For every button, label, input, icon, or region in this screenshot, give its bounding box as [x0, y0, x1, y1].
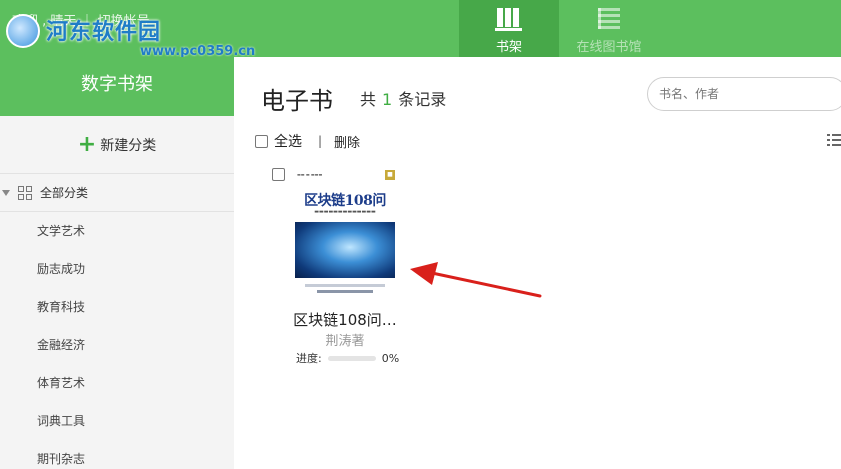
all-categories-label: 全部分类 — [40, 186, 89, 200]
sidebar-item-category[interactable]: 教育科技 — [0, 288, 234, 326]
sidebar-item-all-categories[interactable]: 全部分类 — [0, 174, 234, 212]
sidebar: 数字书架 + 新建分类 全部分类 文学艺术 励志成功 教育科技 金融经济 体育艺… — [0, 57, 234, 469]
book-cover[interactable]: ▬▬ ▬ ▬▬▬ ■ 区块链108问 ▬▬▬▬▬▬▬▬▬▬▬▬▬ — [295, 166, 395, 301]
sidebar-item-category[interactable]: 金融经济 — [0, 326, 234, 364]
toolbar: 全选 | 删除 — [255, 131, 360, 151]
book-progress: 进度: 0% — [296, 350, 399, 366]
tab-bookshelf-label: 书架 — [495, 40, 522, 55]
bookshelf-icon — [495, 8, 522, 31]
progress-label: 进度: — [296, 352, 322, 365]
main-content: 电子书 共1 条记录 全选 | 删除 ▬▬ ▬ ▬▬▬ ■ 区块链108问 ▬▬▬… — [234, 57, 841, 469]
cover-footer-decoration — [305, 284, 385, 287]
new-category-label: 新建分类 — [100, 137, 157, 154]
list-view-icon[interactable] — [827, 133, 841, 147]
category-list: 文学艺术 励志成功 教育科技 金融经济 体育艺术 词典工具 期刊杂志 — [0, 212, 234, 469]
cover-title: 区块链108问 — [304, 193, 386, 209]
book-title[interactable]: 区块链108问… — [270, 309, 420, 330]
grid-icon — [18, 185, 32, 200]
record-number: 1 — [382, 90, 393, 109]
cover-subtitle-decoration: ▬▬▬▬▬▬▬▬▬▬▬▬▬ — [314, 209, 376, 215]
sidebar-item-category[interactable]: 文学艺术 — [0, 212, 234, 250]
cover-publisher-decoration — [317, 290, 373, 293]
sidebar-title: 数字书架 — [0, 57, 234, 116]
cover-image — [295, 222, 395, 278]
cover-badge-icon: ■ — [385, 170, 395, 180]
delete-button[interactable]: 删除 — [334, 132, 360, 151]
toolbar-separator: | — [318, 134, 323, 148]
book-checkbox[interactable] — [272, 168, 285, 181]
plus-icon: + — [77, 131, 97, 157]
watermark-logo-icon — [6, 14, 40, 48]
header-logo-area: 欢迎 , 晴天 ｜ 切换帐号 河东软件园 www.pc0359.cn — [0, 0, 255, 59]
new-category-button[interactable]: + 新建分类 — [0, 116, 234, 174]
progress-bar — [327, 355, 376, 361]
record-prefix: 共 — [360, 90, 377, 109]
sidebar-item-category[interactable]: 励志成功 — [0, 250, 234, 288]
library-icon — [598, 8, 620, 29]
record-suffix: 条记录 — [398, 90, 447, 109]
sidebar-item-category[interactable]: 期刊杂志 — [0, 440, 234, 469]
book-author: 荆涛著 — [325, 334, 365, 349]
cover-top-text-decoration: ▬▬ ▬ ▬▬▬ — [297, 172, 323, 177]
search-input[interactable] — [647, 77, 841, 111]
top-bar: 欢迎 , 晴天 ｜ 切换帐号 河东软件园 www.pc0359.cn 书架 在线… — [0, 0, 841, 59]
tab-bookshelf[interactable]: 书架 — [459, 0, 559, 57]
page-title: 电子书 — [261, 87, 333, 115]
select-all-checkbox[interactable] — [255, 134, 268, 148]
sidebar-item-category[interactable]: 词典工具 — [0, 402, 234, 440]
tab-online-library-label: 在线图书馆 — [576, 40, 642, 55]
triangle-down-icon[interactable] — [2, 189, 10, 196]
sidebar-item-category[interactable]: 体育艺术 — [0, 364, 234, 402]
tab-online-library[interactable]: 在线图书馆 — [559, 0, 659, 57]
record-count: 共 1 条记录 — [360, 86, 446, 110]
select-all-label[interactable]: 全选 — [274, 131, 302, 151]
progress-percent: 0% — [381, 351, 400, 365]
watermark-name: 河东软件园 — [46, 20, 162, 45]
